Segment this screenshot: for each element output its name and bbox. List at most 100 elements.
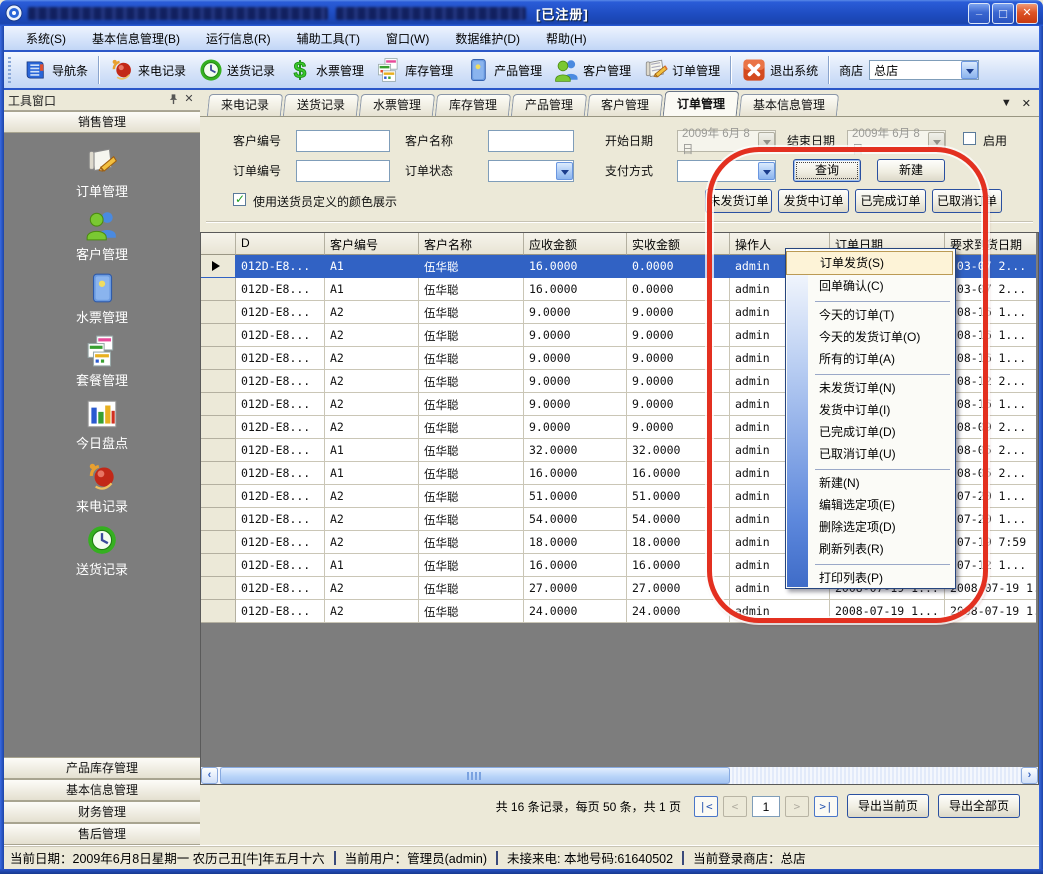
toolbar-call-log-button[interactable]: 来电记录 [103, 54, 192, 86]
column-header-customer-name[interactable]: 客户名称 [419, 233, 524, 255]
row-selector[interactable] [201, 531, 236, 554]
menu-item-all-orders[interactable]: 所有的订单(A) [786, 349, 953, 371]
tab-customer[interactable]: 客户管理 [587, 94, 663, 116]
menu-item-confirm-receipt[interactable]: 回单确认(C) [786, 276, 953, 298]
row-selector[interactable] [201, 600, 236, 623]
completed-orders-button[interactable]: 已完成订单 [855, 189, 926, 213]
pin-icon[interactable] [168, 93, 182, 107]
customer-no-input[interactable] [296, 130, 390, 152]
pay-method-select[interactable] [677, 160, 776, 182]
cancelled-orders-button[interactable]: 已取消订单 [932, 189, 1002, 213]
toolbar-customer-button[interactable]: 客户管理 [548, 54, 637, 86]
prev-page-button[interactable]: < [723, 796, 747, 817]
menu-item-completed-orders[interactable]: 已完成订单(D) [786, 422, 953, 444]
toolbar-delivery-log-button[interactable]: 送货记录 [192, 54, 281, 86]
row-selector[interactable] [201, 393, 236, 416]
sidebar-group-after-sales[interactable]: 售后管理 [4, 823, 200, 845]
sidebar-group-sales[interactable]: 销售管理 [4, 111, 200, 133]
close-button[interactable] [1016, 3, 1038, 24]
sidebar-item-ticket[interactable]: 水票管理 [4, 267, 200, 330]
sidebar-group-product-inventory[interactable]: 产品库存管理 [4, 757, 200, 779]
shipping-orders-button[interactable]: 发货中订单 [778, 189, 849, 213]
toolbar-exit-button[interactable]: 退出系统 [735, 54, 824, 86]
menu-item-unshipped-orders[interactable]: 未发货订单(N) [786, 378, 953, 400]
tab-basic-info[interactable]: 基本信息管理 [739, 94, 839, 116]
menu-item-shipping-orders[interactable]: 发货中订单(I) [786, 400, 953, 422]
store-select[interactable]: 总店 [869, 60, 979, 80]
maximize-button[interactable] [992, 3, 1014, 24]
first-page-button[interactable]: |< [694, 796, 718, 817]
tab-close-icon[interactable]: ✕ [1022, 97, 1031, 110]
menu-system[interactable]: 系统(S) [14, 27, 78, 50]
row-selector[interactable] [201, 370, 236, 393]
menu-item-edit-selected[interactable]: 编辑选定项(E) [786, 495, 953, 517]
scrollbar-thumb[interactable] [220, 767, 730, 784]
column-header-receivable[interactable]: 应收金额 [524, 233, 627, 255]
next-page-button[interactable]: > [785, 796, 809, 817]
unshipped-orders-button[interactable]: 未发货订单 [705, 189, 772, 213]
export-current-page-button[interactable]: 导出当前页 [847, 794, 929, 818]
menu-item-delete-selected[interactable]: 删除选定项(D) [786, 517, 953, 539]
menu-item-refresh-list[interactable]: 刷新列表(R) [786, 539, 953, 561]
tab-list-dropdown-icon[interactable]: ▼ [1001, 97, 1012, 110]
tab-call-log[interactable]: 来电记录 [207, 94, 283, 116]
close-icon[interactable]: ✕ [182, 93, 196, 107]
order-status-select[interactable] [488, 160, 574, 182]
toolbar-order-button[interactable]: 订单管理 [637, 54, 726, 86]
menu-item-ship-order[interactable]: 订单发货(S) [786, 251, 953, 275]
tab-delivery-log[interactable]: 送货记录 [283, 94, 359, 116]
menu-item-cancelled-orders[interactable]: 已取消订单(U) [786, 444, 953, 466]
scroll-right-arrow-icon[interactable]: › [1021, 767, 1038, 784]
sidebar-item-delivery-log[interactable]: 送货记录 [4, 519, 200, 582]
toolbar-ticket-button[interactable]: $ 水票管理 [281, 54, 370, 86]
menu-data-maintain[interactable]: 数据维护(D) [443, 27, 532, 50]
tab-ticket[interactable]: 水票管理 [359, 94, 435, 116]
menu-basic-info[interactable]: 基本信息管理(B) [80, 27, 192, 50]
sidebar-item-customer[interactable]: 客户管理 [4, 204, 200, 267]
order-no-input[interactable] [296, 160, 390, 182]
tab-inventory[interactable]: 库存管理 [435, 94, 511, 116]
customer-name-input[interactable] [488, 130, 574, 152]
sidebar-item-daily-check[interactable]: 今日盘点 [4, 393, 200, 456]
sidebar-group-basic-info[interactable]: 基本信息管理 [4, 779, 200, 801]
end-date-picker[interactable]: 2009年 6月 8日 [847, 130, 946, 152]
new-button[interactable]: 新建 [877, 159, 945, 182]
sidebar-group-finance[interactable]: 财务管理 [4, 801, 200, 823]
row-selector[interactable] [201, 485, 236, 508]
table-row[interactable]: 012D-E8... A2 伍华聪 24.0000 24.0000 admin … [201, 600, 1037, 623]
row-selector[interactable] [201, 347, 236, 370]
menu-item-today-orders[interactable]: 今天的订单(T) [786, 305, 953, 327]
toolbar-product-button[interactable]: 产品管理 [459, 54, 548, 86]
sidebar-item-call-log[interactable]: 来电记录 [4, 456, 200, 519]
last-page-button[interactable]: >| [814, 796, 838, 817]
toolbar-nav-button[interactable]: 导航条 [17, 54, 94, 86]
chevron-down-icon[interactable] [961, 61, 978, 79]
column-header-received[interactable]: 实收金额 [627, 233, 730, 255]
page-number-input[interactable]: 1 [752, 796, 780, 817]
row-selector[interactable] [201, 416, 236, 439]
menu-item-new[interactable]: 新建(N) [786, 473, 953, 495]
row-selector[interactable] [201, 278, 236, 301]
menu-help[interactable]: 帮助(H) [534, 27, 599, 50]
row-selector[interactable] [201, 439, 236, 462]
export-all-pages-button[interactable]: 导出全部页 [938, 794, 1020, 818]
sidebar-item-package[interactable]: 套餐管理 [4, 330, 200, 393]
color-checkbox[interactable] [233, 193, 246, 207]
row-selector[interactable] [201, 554, 236, 577]
row-selector[interactable] [201, 508, 236, 531]
row-selector[interactable] [201, 462, 236, 485]
menu-tools[interactable]: 辅助工具(T) [285, 27, 372, 50]
column-header-required-date[interactable]: 要求到货日期 [945, 233, 1036, 255]
enable-checkbox[interactable] [963, 132, 976, 146]
minimize-button[interactable] [968, 3, 990, 24]
row-selector[interactable] [201, 324, 236, 347]
scroll-left-arrow-icon[interactable]: ‹ [201, 767, 218, 784]
column-header-customer-no[interactable]: 客户编号 [325, 233, 419, 255]
menu-item-print-list[interactable]: 打印列表(P) [786, 568, 953, 590]
sidebar-item-order[interactable]: 订单管理 [4, 141, 200, 204]
menu-item-today-shipped-orders[interactable]: 今天的发货订单(O) [786, 327, 953, 349]
row-selector[interactable] [201, 255, 236, 278]
menu-run-info[interactable]: 运行信息(R) [194, 27, 283, 50]
column-header-id[interactable]: D [236, 233, 325, 255]
start-date-picker[interactable]: 2009年 6月 8日 [677, 130, 776, 152]
